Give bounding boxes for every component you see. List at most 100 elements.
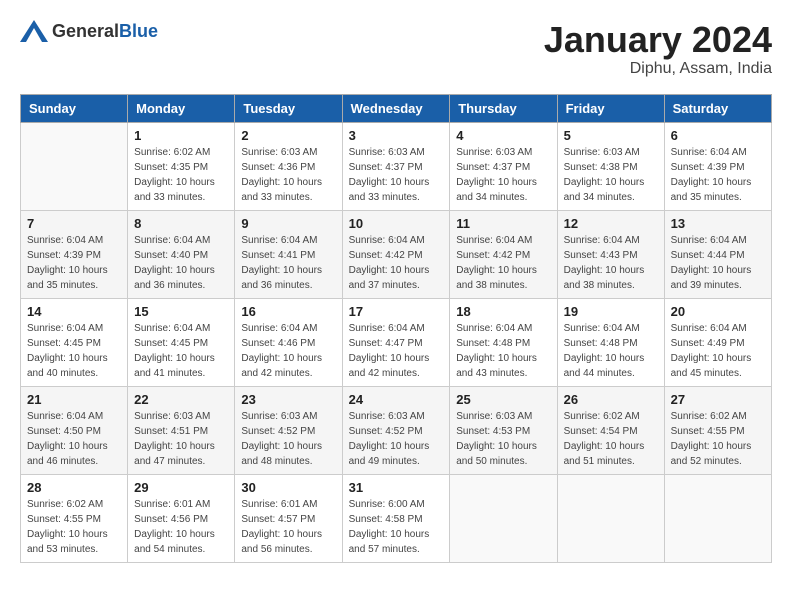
day-details: Sunrise: 6:04 AMSunset: 4:49 PMDaylight:… — [671, 321, 765, 381]
day-number: 10 — [349, 216, 444, 231]
calendar-cell: 2 Sunrise: 6:03 AMSunset: 4:36 PMDaylight… — [235, 122, 342, 210]
day-details: Sunrise: 6:04 AMSunset: 4:47 PMDaylight:… — [349, 321, 444, 381]
calendar-week-row: 1Sunrise: 6:02 AMSunset: 4:35 PMDaylight… — [21, 122, 772, 210]
calendar-cell: 26 Sunrise: 6:02 AMSunset: 4:54 PMDayligh… — [557, 386, 664, 474]
day-number: 14 — [27, 304, 121, 319]
day-number: 26 — [564, 392, 658, 407]
day-number: 8 — [134, 216, 228, 231]
calendar-cell — [664, 474, 771, 562]
day-number: 1 — [134, 128, 228, 143]
logo: GeneralBlue — [20, 20, 158, 42]
day-number: 19 — [564, 304, 658, 319]
day-details: Sunrise: 6:03 AMSunset: 4:36 PMDaylight:… — [241, 145, 335, 205]
day-number: 17 — [349, 304, 444, 319]
day-number: 5 — [564, 128, 658, 143]
logo-text-general: General — [52, 21, 119, 41]
calendar-cell: 16 Sunrise: 6:04 AMSunset: 4:46 PMDayligh… — [235, 298, 342, 386]
weekday-header-thursday: Thursday — [450, 94, 557, 122]
calendar-cell: 28 Sunrise: 6:02 AMSunset: 4:55 PMDayligh… — [21, 474, 128, 562]
calendar-week-row: 7 Sunrise: 6:04 AMSunset: 4:39 PMDaylight… — [21, 210, 772, 298]
calendar-cell: 27 Sunrise: 6:02 AMSunset: 4:55 PMDayligh… — [664, 386, 771, 474]
day-number: 4 — [456, 128, 550, 143]
calendar-cell: 24 Sunrise: 6:03 AMSunset: 4:52 PMDayligh… — [342, 386, 450, 474]
page-header: GeneralBlue January 2024 Diphu, Assam, I… — [20, 20, 772, 78]
calendar-cell: 7 Sunrise: 6:04 AMSunset: 4:39 PMDaylight… — [21, 210, 128, 298]
calendar-cell: 18Sunrise: 6:04 AMSunset: 4:48 PMDayligh… — [450, 298, 557, 386]
day-number: 11 — [456, 216, 550, 231]
calendar-cell: 29Sunrise: 6:01 AMSunset: 4:56 PMDayligh… — [128, 474, 235, 562]
day-number: 7 — [27, 216, 121, 231]
day-number: 28 — [27, 480, 121, 495]
day-number: 30 — [241, 480, 335, 495]
day-details: Sunrise: 6:04 AMSunset: 4:50 PMDaylight:… — [27, 409, 121, 469]
calendar-cell: 25 Sunrise: 6:03 AMSunset: 4:53 PMDayligh… — [450, 386, 557, 474]
calendar-cell — [21, 122, 128, 210]
day-details: Sunrise: 6:04 AMSunset: 4:40 PMDaylight:… — [134, 233, 228, 293]
day-details: Sunrise: 6:04 AMSunset: 4:44 PMDaylight:… — [671, 233, 765, 293]
weekday-header-monday: Monday — [128, 94, 235, 122]
day-number: 21 — [27, 392, 121, 407]
calendar-cell: 19 Sunrise: 6:04 AMSunset: 4:48 PMDayligh… — [557, 298, 664, 386]
day-number: 6 — [671, 128, 765, 143]
day-details: Sunrise: 6:01 AMSunset: 4:56 PMDaylight:… — [134, 497, 228, 557]
logo-icon — [20, 20, 48, 42]
day-details: Sunrise: 6:02 AMSunset: 4:55 PMDaylight:… — [671, 409, 765, 469]
calendar-cell: 10 Sunrise: 6:04 AMSunset: 4:42 PMDayligh… — [342, 210, 450, 298]
day-number: 20 — [671, 304, 765, 319]
logo-text-blue: Blue — [119, 21, 158, 41]
location-title: Diphu, Assam, India — [544, 60, 772, 78]
day-number: 23 — [241, 392, 335, 407]
weekday-header-sunday: Sunday — [21, 94, 128, 122]
calendar-cell: 21 Sunrise: 6:04 AMSunset: 4:50 PMDayligh… — [21, 386, 128, 474]
day-details: Sunrise: 6:04 AMSunset: 4:46 PMDaylight:… — [241, 321, 335, 381]
calendar-cell: 4 Sunrise: 6:03 AMSunset: 4:37 PMDaylight… — [450, 122, 557, 210]
day-number: 13 — [671, 216, 765, 231]
day-number: 9 — [241, 216, 335, 231]
day-details: Sunrise: 6:04 AMSunset: 4:42 PMDaylight:… — [349, 233, 444, 293]
calendar-cell: 5Sunrise: 6:03 AMSunset: 4:38 PMDaylight… — [557, 122, 664, 210]
weekday-header-tuesday: Tuesday — [235, 94, 342, 122]
day-number: 15 — [134, 304, 228, 319]
day-number: 12 — [564, 216, 658, 231]
calendar-week-row: 28 Sunrise: 6:02 AMSunset: 4:55 PMDayligh… — [21, 474, 772, 562]
day-details: Sunrise: 6:03 AMSunset: 4:52 PMDaylight:… — [349, 409, 444, 469]
weekday-header-wednesday: Wednesday — [342, 94, 450, 122]
calendar-cell: 1Sunrise: 6:02 AMSunset: 4:35 PMDaylight… — [128, 122, 235, 210]
day-details: Sunrise: 6:04 AMSunset: 4:48 PMDaylight:… — [564, 321, 658, 381]
calendar-cell — [450, 474, 557, 562]
calendar-cell — [557, 474, 664, 562]
calendar-week-row: 14 Sunrise: 6:04 AMSunset: 4:45 PMDayligh… — [21, 298, 772, 386]
day-details: Sunrise: 6:02 AMSunset: 4:54 PMDaylight:… — [564, 409, 658, 469]
day-details: Sunrise: 6:02 AMSunset: 4:55 PMDaylight:… — [27, 497, 121, 557]
day-details: Sunrise: 6:00 AMSunset: 4:58 PMDaylight:… — [349, 497, 444, 557]
day-number: 25 — [456, 392, 550, 407]
calendar-cell: 31Sunrise: 6:00 AMSunset: 4:58 PMDayligh… — [342, 474, 450, 562]
weekday-header-friday: Friday — [557, 94, 664, 122]
calendar-week-row: 21 Sunrise: 6:04 AMSunset: 4:50 PMDayligh… — [21, 386, 772, 474]
calendar-cell: 3Sunrise: 6:03 AMSunset: 4:37 PMDaylight… — [342, 122, 450, 210]
day-details: Sunrise: 6:04 AMSunset: 4:39 PMDaylight:… — [27, 233, 121, 293]
calendar-cell: 13 Sunrise: 6:04 AMSunset: 4:44 PMDayligh… — [664, 210, 771, 298]
day-number: 16 — [241, 304, 335, 319]
day-details: Sunrise: 6:04 AMSunset: 4:41 PMDaylight:… — [241, 233, 335, 293]
calendar-cell: 14 Sunrise: 6:04 AMSunset: 4:45 PMDayligh… — [21, 298, 128, 386]
month-title: January 2024 — [544, 20, 772, 60]
day-number: 27 — [671, 392, 765, 407]
day-number: 22 — [134, 392, 228, 407]
calendar-cell: 15Sunrise: 6:04 AMSunset: 4:45 PMDayligh… — [128, 298, 235, 386]
day-details: Sunrise: 6:04 AMSunset: 4:43 PMDaylight:… — [564, 233, 658, 293]
day-details: Sunrise: 6:03 AMSunset: 4:52 PMDaylight:… — [241, 409, 335, 469]
day-details: Sunrise: 6:04 AMSunset: 4:42 PMDaylight:… — [456, 233, 550, 293]
calendar-cell: 30Sunrise: 6:01 AMSunset: 4:57 PMDayligh… — [235, 474, 342, 562]
calendar-cell: 12 Sunrise: 6:04 AMSunset: 4:43 PMDayligh… — [557, 210, 664, 298]
day-details: Sunrise: 6:03 AMSunset: 4:37 PMDaylight:… — [456, 145, 550, 205]
day-number: 24 — [349, 392, 444, 407]
calendar-cell: 9 Sunrise: 6:04 AMSunset: 4:41 PMDaylight… — [235, 210, 342, 298]
day-details: Sunrise: 6:03 AMSunset: 4:53 PMDaylight:… — [456, 409, 550, 469]
calendar-cell: 20 Sunrise: 6:04 AMSunset: 4:49 PMDayligh… — [664, 298, 771, 386]
day-details: Sunrise: 6:04 AMSunset: 4:45 PMDaylight:… — [27, 321, 121, 381]
day-number: 2 — [241, 128, 335, 143]
day-details: Sunrise: 6:03 AMSunset: 4:51 PMDaylight:… — [134, 409, 228, 469]
day-number: 18 — [456, 304, 550, 319]
weekday-header-saturday: Saturday — [664, 94, 771, 122]
